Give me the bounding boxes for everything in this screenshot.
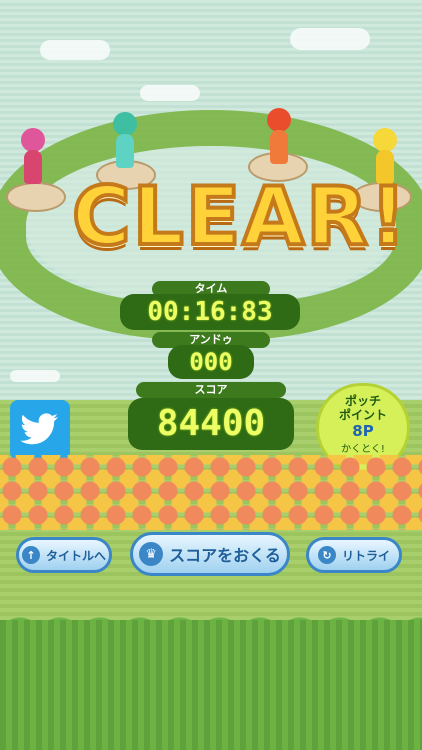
cloud [140,85,200,101]
flower-bed [0,455,422,530]
send-score-label: スコアをおくる [169,546,281,565]
cloud [40,40,110,60]
clear-title: CLEAR! [70,170,409,264]
title-button[interactable]: ↑ タイトルへ [16,537,112,573]
send-score-button[interactable]: ♛ スコアをおくる [130,532,290,576]
retry-button[interactable]: ↻ リトライ [306,537,402,573]
retry-label: リトライ [341,548,390,563]
character-pink [16,128,50,186]
crown-icon: ♛ [139,542,164,566]
stump-platform [6,182,66,212]
points-value: 8P [352,422,374,440]
score-value: 84400 [128,398,294,450]
points-sub: かくとく! [341,444,385,455]
cloud [290,28,370,50]
cloud [10,370,60,382]
score-label: スコア [136,382,286,398]
points-label: ポッチ ポイント [338,394,387,422]
refresh-icon: ↻ [317,546,336,564]
title-button-label: タイトルへ [45,548,106,563]
time-value: 00:16:83 [120,294,300,330]
character-red [262,108,296,166]
twitter-bird-icon [20,413,58,445]
character-green [108,112,142,170]
undo-value: 000 [168,345,254,379]
up-arrow-icon: ↑ [21,546,40,564]
twitter-share-button[interactable] [10,400,70,460]
grass-ground [0,620,422,750]
